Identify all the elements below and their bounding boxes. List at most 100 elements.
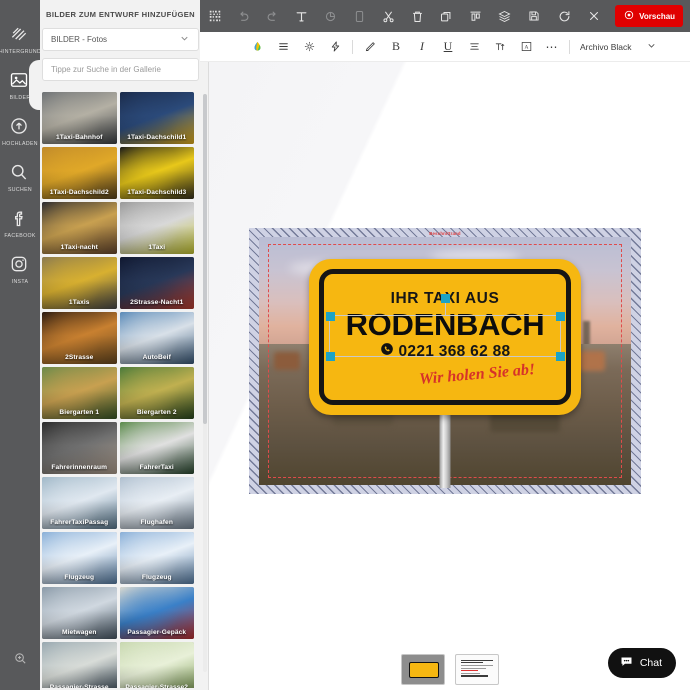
upload-icon xyxy=(9,116,31,138)
preview-button[interactable]: Vorschau xyxy=(615,5,684,27)
images-icon xyxy=(9,70,31,92)
sidebar-item-hochladen[interactable]: HOCHLADEN xyxy=(0,108,40,154)
canvas-stage[interactable]: Beschnittrand IHR TAXI AUS RODENBACH 022… xyxy=(209,62,690,690)
gallery-thumbnail-caption: FahrerTaxiPassag xyxy=(50,519,109,526)
gallery-thumbnail[interactable]: 1Taxi-nacht xyxy=(42,202,117,254)
save-icon[interactable] xyxy=(519,0,549,32)
effects-icon[interactable] xyxy=(322,32,348,62)
italic-icon[interactable]: I xyxy=(409,32,435,62)
zoom-icon[interactable] xyxy=(0,651,40,666)
gallery-thumbnail-caption: Biergarten 2 xyxy=(136,409,177,416)
gallery-thumbnail-caption: 2Strasse-Nacht1 xyxy=(130,299,184,306)
sidebar-item-hintergrund[interactable]: HINTERGRUND xyxy=(0,16,40,62)
image-gallery[interactable]: 1Taxi-Bahnhof 1Taxi-Dachschild1 1Taxi-Dach… xyxy=(42,92,200,688)
gallery-thumbnail[interactable]: Passagier-Strasse2 xyxy=(119,642,194,688)
rotate-handle[interactable] xyxy=(440,294,450,303)
delete-icon[interactable] xyxy=(403,0,432,32)
gallery-thumbnail[interactable]: 1Taxi-Bahnhof xyxy=(42,92,117,144)
gallery-thumbnail[interactable]: Mietwagen xyxy=(42,587,117,639)
artboard[interactable]: Beschnittrand IHR TAXI AUS RODENBACH 022… xyxy=(249,228,641,494)
sidebar-item-insta[interactable]: INSTA xyxy=(0,246,40,292)
eye-icon xyxy=(623,9,635,23)
gallery-thumbnail-image xyxy=(119,642,194,688)
gallery-thumbnail[interactable]: FahrerTaxi xyxy=(119,422,194,474)
gallery-thumbnail[interactable]: 1Taxi-Dachschild2 xyxy=(42,147,117,199)
close-icon[interactable] xyxy=(579,0,609,32)
font-family-select[interactable]: Archivo Black xyxy=(580,40,657,53)
gallery-thumbnail[interactable]: Biergarten 1 xyxy=(42,367,117,419)
gallery-thumbnail[interactable]: 1Taxi-Dachschild1 xyxy=(119,92,194,144)
gallery-thumbnail-caption: 1Taxi-Dachschild1 xyxy=(127,134,187,141)
images-panel: BILDER ZUM ENTWURF HINZUFÜGEN BILDER - F… xyxy=(33,0,209,690)
selection-box[interactable] xyxy=(325,294,565,361)
cut-icon[interactable] xyxy=(374,0,403,32)
font-size-icon[interactable] xyxy=(487,32,513,62)
category-select[interactable]: BILDER - Fotos xyxy=(42,28,199,51)
gallery-thumbnail[interactable]: Flugzeug xyxy=(42,532,117,584)
gallery-thumbnail[interactable]: 1Taxi xyxy=(119,202,194,254)
text-box-icon[interactable]: A xyxy=(513,32,539,62)
underline-icon[interactable]: U xyxy=(435,32,461,62)
gallery-thumbnail[interactable]: 1Taxi-Dachschild3 xyxy=(119,147,194,199)
gallery-thumbnail[interactable]: Passagier-Strasse xyxy=(42,642,117,688)
left-icon-rail: HINTERGRUND BILDER HOCHLADEN SUCHEN FACE… xyxy=(0,0,40,690)
gallery-thumbnail[interactable]: 1Taxis xyxy=(42,257,117,309)
gallery-thumbnail[interactable]: 2Strasse xyxy=(42,312,117,364)
page-thumb-1-sign xyxy=(408,661,439,678)
gallery-thumbnail-caption: Biergarten 1 xyxy=(59,409,100,416)
gallery-search-placeholder: Tippe zur Suche in der Gallerie xyxy=(51,65,161,74)
align-icon[interactable] xyxy=(461,0,490,32)
resize-handle-bottom-right[interactable] xyxy=(555,351,565,361)
gallery-thumbnail[interactable]: Flugzeug xyxy=(119,532,194,584)
qr-code-icon[interactable] xyxy=(200,0,229,32)
redo-icon[interactable] xyxy=(258,0,287,32)
undo-icon[interactable] xyxy=(229,0,258,32)
resize-handle-top-left[interactable] xyxy=(325,311,335,321)
svg-text:A: A xyxy=(524,45,528,51)
duplicate-icon[interactable] xyxy=(432,0,461,32)
reload-icon[interactable] xyxy=(549,0,579,32)
gallery-scrollbar[interactable] xyxy=(203,94,207,672)
page-thumb-2[interactable] xyxy=(454,653,499,685)
toolbar-divider xyxy=(352,39,353,54)
gallery-thumbnail[interactable]: Fahrerinnenraum xyxy=(42,422,117,474)
gallery-thumbnail[interactable]: 2Strasse-Nacht1 xyxy=(119,257,194,309)
gallery-thumbnail-caption: 1Taxis xyxy=(68,299,90,306)
gallery-thumbnail-caption: FahrerTaxi xyxy=(139,464,174,471)
gallery-thumbnail-caption: Mietwagen xyxy=(61,629,97,636)
sidebar-item-bilder[interactable]: BILDER xyxy=(0,60,40,110)
shape-icon[interactable] xyxy=(316,0,345,32)
chat-button-label: Chat xyxy=(639,657,662,669)
sidebar-item-facebook[interactable]: FACEBOOK xyxy=(0,200,40,246)
more-options-icon[interactable]: ⋯ xyxy=(539,32,565,62)
resize-handle-top-right[interactable] xyxy=(555,311,565,321)
gallery-thumbnail[interactable]: Passagier-Gepäck xyxy=(119,587,194,639)
sidebar-item-suchen[interactable]: SUCHEN xyxy=(0,154,40,200)
sign-slogan[interactable]: Wir holen Sie ab! xyxy=(418,361,535,389)
facebook-icon xyxy=(9,208,31,230)
color-droplet-icon[interactable] xyxy=(244,32,270,62)
gallery-thumbnail[interactable]: Biergarten 2 xyxy=(119,367,194,419)
toolbar-divider-2 xyxy=(569,39,570,54)
font-family-value: Archivo Black xyxy=(580,41,632,52)
bold-icon[interactable]: B xyxy=(383,32,409,62)
pen-icon[interactable] xyxy=(357,32,383,62)
gallery-thumbnail-caption: AutoBeif xyxy=(142,354,171,361)
gallery-search-input[interactable]: Tippe zur Suche in der Gallerie xyxy=(42,58,199,81)
main-toolbar: Vorschau xyxy=(200,0,690,32)
page-thumb-1[interactable] xyxy=(400,653,445,685)
town-sign[interactable]: IHR TAXI AUS RODENBACH 0221 368 62 88 Wi… xyxy=(309,259,581,415)
instagram-icon xyxy=(9,254,31,276)
text-format-toolbar: B I U A ⋯ Archivo Black xyxy=(200,32,690,62)
gallery-thumbnail[interactable]: Flughafen xyxy=(119,477,194,529)
resize-handle-bottom-left[interactable] xyxy=(325,351,335,361)
brightness-icon[interactable] xyxy=(296,32,322,62)
line-spacing-icon[interactable] xyxy=(270,32,296,62)
align-text-icon[interactable] xyxy=(461,32,487,62)
gallery-thumbnail[interactable]: AutoBeif xyxy=(119,312,194,364)
chat-button[interactable]: Chat xyxy=(607,648,676,678)
layers-icon[interactable] xyxy=(490,0,519,32)
gallery-thumbnail[interactable]: FahrerTaxiPassag xyxy=(42,477,117,529)
paste-icon[interactable] xyxy=(345,0,374,32)
text-icon[interactable] xyxy=(287,0,316,32)
